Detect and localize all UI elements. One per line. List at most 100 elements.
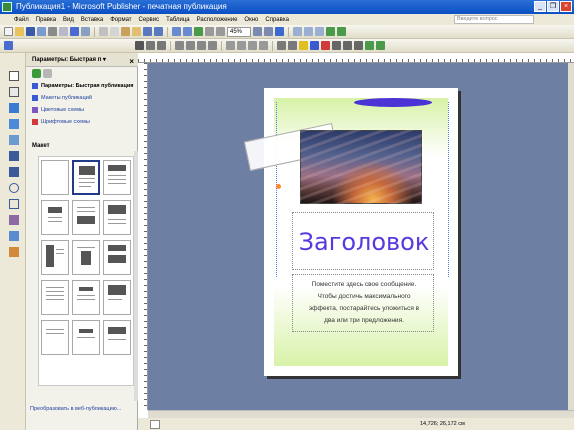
insert-hyperlink-icon[interactable] xyxy=(194,27,203,36)
minimize-button[interactable]: _ xyxy=(534,1,546,12)
show-formatting-icon[interactable] xyxy=(216,27,225,36)
bring-to-front-icon[interactable] xyxy=(172,27,181,36)
web-icon[interactable] xyxy=(337,27,346,36)
task-pane-title[interactable]: Параметры: Быстрая п ▾ xyxy=(32,57,106,63)
hot-spot-icon[interactable] xyxy=(9,231,19,241)
toggle-pane-icon[interactable] xyxy=(293,27,302,36)
menu-format[interactable]: Формат xyxy=(110,17,131,23)
zoom-in-icon[interactable] xyxy=(264,27,273,36)
task-pane-link-quick-publication[interactable]: Параметры: Быстрая публикация xyxy=(32,83,133,89)
align-right-icon[interactable] xyxy=(197,41,206,50)
menu-help[interactable]: Справка xyxy=(265,17,289,23)
new-icon[interactable] xyxy=(4,27,13,36)
menu-table[interactable]: Таблица xyxy=(166,17,190,23)
layout-thumbnail[interactable] xyxy=(41,320,69,355)
layout-thumbnail[interactable] xyxy=(41,280,69,315)
forward-arrow-icon[interactable] xyxy=(43,69,52,78)
print-icon[interactable] xyxy=(48,27,57,36)
layout-thumbnail[interactable] xyxy=(41,160,69,195)
menu-window[interactable]: Окно xyxy=(244,17,258,23)
oval-icon[interactable] xyxy=(9,183,19,193)
menu-tools[interactable]: Сервис xyxy=(139,17,160,23)
research-icon[interactable] xyxy=(81,27,90,36)
help-icon[interactable] xyxy=(275,27,284,36)
align-left-icon[interactable] xyxy=(175,41,184,50)
layout-thumbnail[interactable] xyxy=(103,240,131,275)
select-objects-icon[interactable] xyxy=(9,71,19,81)
line-style-icon[interactable] xyxy=(332,41,341,50)
layout-thumbnail[interactable] xyxy=(72,200,100,235)
heading-frame[interactable]: Заголовок xyxy=(292,212,434,270)
publication-heading[interactable]: Заголовок xyxy=(293,213,435,271)
layout-thumbnail[interactable] xyxy=(41,200,69,235)
font-color-icon[interactable] xyxy=(321,41,330,50)
back-arrow-icon[interactable] xyxy=(32,69,41,78)
layout-thumbnail[interactable] xyxy=(41,240,69,275)
layout-thumbnail[interactable] xyxy=(103,200,131,235)
page-navigation-icon[interactable] xyxy=(150,420,160,429)
columns-icon[interactable] xyxy=(205,27,214,36)
font-size-up-icon[interactable] xyxy=(277,41,286,50)
font-size-down-icon[interactable] xyxy=(288,41,297,50)
bullets-icon[interactable] xyxy=(237,41,246,50)
line-color-icon[interactable] xyxy=(310,41,319,50)
underline-icon[interactable] xyxy=(157,41,166,50)
publisher-app-icon[interactable] xyxy=(2,2,12,12)
styles-icon[interactable] xyxy=(4,41,13,50)
horizontal-scrollbar[interactable] xyxy=(148,410,574,418)
email-icon[interactable] xyxy=(37,27,46,36)
layout-thumbnail[interactable] xyxy=(103,320,131,355)
layout-thumbnail[interactable] xyxy=(72,240,100,275)
menu-view[interactable]: Вид xyxy=(63,17,74,23)
menu-edit[interactable]: Правка xyxy=(36,17,56,23)
italic-icon[interactable] xyxy=(146,41,155,50)
fill-color-icon[interactable] xyxy=(299,41,308,50)
layout-thumbnail[interactable] xyxy=(72,320,100,355)
align-center-icon[interactable] xyxy=(186,41,195,50)
rotation-handle[interactable] xyxy=(276,184,281,189)
wordart-icon[interactable] xyxy=(9,119,19,129)
layout-thumbnail[interactable] xyxy=(103,280,131,315)
message-text[interactable]: Поместите здесь свое сообщение. Чтобы до… xyxy=(293,279,435,327)
design-gallery-icon[interactable] xyxy=(326,27,335,36)
layout-thumbnail[interactable] xyxy=(103,160,131,195)
line-icon[interactable] xyxy=(9,151,19,161)
shadow-style-icon[interactable] xyxy=(365,41,374,50)
vertical-scrollbar[interactable] xyxy=(568,63,574,410)
picture-icon[interactable] xyxy=(315,27,324,36)
publication-page[interactable]: Заголовок Поместите здесь свое сообщение… xyxy=(243,88,458,376)
layout-thumbnail-selected[interactable] xyxy=(72,160,100,195)
convert-to-web-link[interactable]: Преобразовать в веб-публикацию... xyxy=(30,406,121,412)
text-box-icon[interactable] xyxy=(9,87,19,97)
design-gallery-object-icon[interactable] xyxy=(9,247,19,257)
arrow-style-icon[interactable] xyxy=(354,41,363,50)
task-pane-header[interactable]: Параметры: Быстрая п ▾ × xyxy=(26,53,138,67)
insert-table-icon[interactable] xyxy=(9,103,19,113)
justify-icon[interactable] xyxy=(208,41,217,50)
3d-style-icon[interactable] xyxy=(376,41,385,50)
bold-icon[interactable] xyxy=(135,41,144,50)
save-icon[interactable] xyxy=(26,27,35,36)
format-painter-icon[interactable] xyxy=(132,27,141,36)
numbering-icon[interactable] xyxy=(226,41,235,50)
menu-insert[interactable]: Вставка xyxy=(81,17,103,23)
print-preview-icon[interactable] xyxy=(59,27,68,36)
spelling-icon[interactable] xyxy=(70,27,79,36)
task-pane-link-font-schemes[interactable]: Шрифтовые схемы xyxy=(32,119,90,125)
arrow-icon[interactable] xyxy=(9,167,19,177)
message-frame[interactable]: Поместите здесь свое сообщение. Чтобы до… xyxy=(292,274,434,332)
task-pane-link-publication-designs[interactable]: Макеты публикаций xyxy=(32,95,92,101)
send-to-back-icon[interactable] xyxy=(183,27,192,36)
close-window-button[interactable]: × xyxy=(560,1,572,12)
paste-icon[interactable] xyxy=(121,27,130,36)
table-icon[interactable] xyxy=(304,27,313,36)
rectangle-icon[interactable] xyxy=(9,199,19,209)
increase-indent-icon[interactable] xyxy=(259,41,268,50)
redo-icon[interactable] xyxy=(154,27,163,36)
layout-thumbnail[interactable] xyxy=(72,280,100,315)
task-pane-link-color-schemes[interactable]: Цветовые схемы xyxy=(32,107,84,113)
copy-icon[interactable] xyxy=(110,27,119,36)
help-question-input[interactable]: Введите вопрос xyxy=(454,15,534,24)
decrease-indent-icon[interactable] xyxy=(248,41,257,50)
open-icon[interactable] xyxy=(15,27,24,36)
